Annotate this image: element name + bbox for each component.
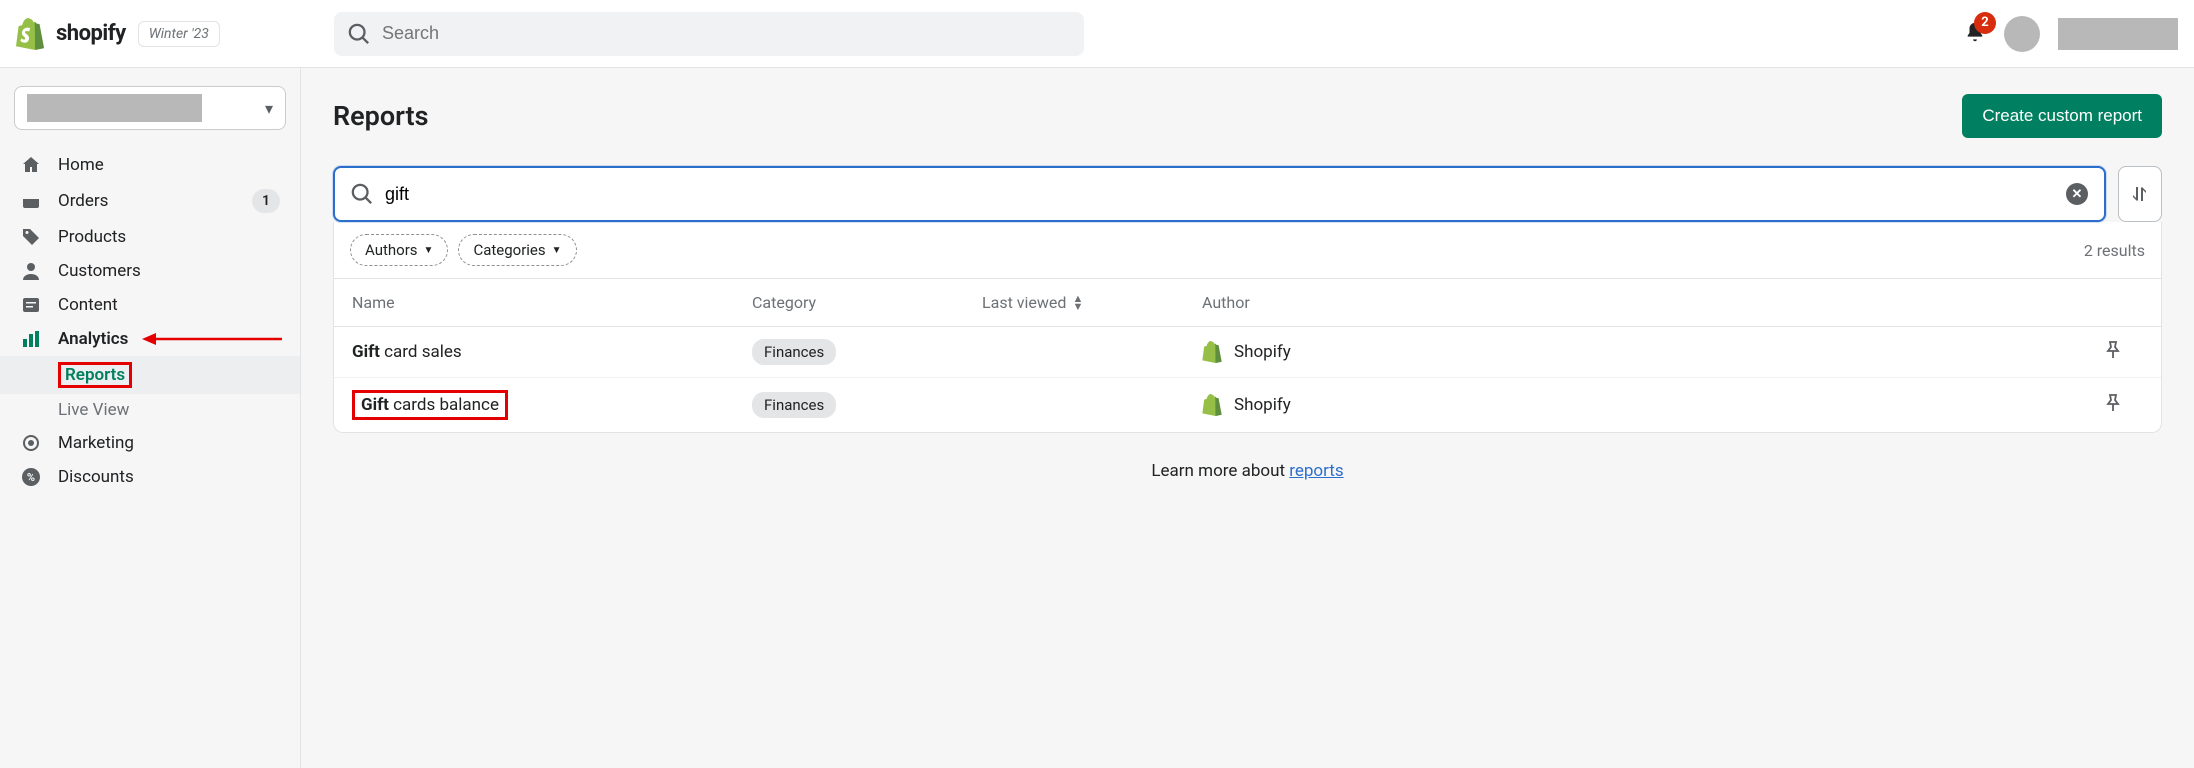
discount-icon: % xyxy=(20,467,42,487)
clear-search-button[interactable]: ✕ xyxy=(2066,183,2088,205)
table-row[interactable]: Gift cards balance Finances Shopify xyxy=(334,378,2161,432)
col-name[interactable]: Name xyxy=(352,293,752,312)
sidebar: ▾ Home Orders 1 Products Customers xyxy=(0,68,301,768)
avatar[interactable] xyxy=(2004,16,2040,52)
main-content: Reports Create custom report ✕ Authors ▼ … xyxy=(301,68,2194,768)
sidebar-item-discounts[interactable]: % Discounts xyxy=(0,460,300,494)
notification-count-badge: 2 xyxy=(1974,12,1996,34)
search-icon xyxy=(351,183,373,205)
sort-icon xyxy=(2130,184,2150,204)
nav-label: Content xyxy=(58,295,118,315)
col-author[interactable]: Author xyxy=(1202,293,2103,312)
create-custom-report-button[interactable]: Create custom report xyxy=(1962,94,2162,138)
author-cell: Shopify xyxy=(1202,341,2103,363)
sidebar-item-products[interactable]: Products xyxy=(0,220,300,254)
sub-label: Reports xyxy=(65,365,125,385)
pin-cell[interactable] xyxy=(2103,393,2143,418)
search-icon xyxy=(348,23,370,45)
content-icon xyxy=(20,295,42,315)
chevron-down-icon: ▼ xyxy=(552,245,562,256)
table-row[interactable]: Gift card salesFinances Shopify xyxy=(334,327,2161,378)
authors-filter-chip[interactable]: Authors ▼ xyxy=(350,234,448,266)
shopify-icon xyxy=(1202,394,1222,416)
pin-icon[interactable] xyxy=(2103,393,2123,413)
sidebar-item-customers[interactable]: Customers xyxy=(0,254,300,288)
nav-label: Discounts xyxy=(58,467,134,487)
store-selector-value xyxy=(27,94,202,122)
store-name-placeholder[interactable] xyxy=(2058,18,2178,50)
sidebar-subitem-live-view[interactable]: Live View xyxy=(0,394,300,426)
top-bar: shopify Winter '23 2 xyxy=(0,0,2194,68)
reports-card: Authors ▼ Categories ▼ 2 results Name Cate… xyxy=(333,222,2162,433)
person-icon xyxy=(20,261,42,281)
chip-label: Categories xyxy=(473,241,545,259)
chip-label: Authors xyxy=(365,241,418,259)
sidebar-item-orders[interactable]: Orders 1 xyxy=(0,182,300,220)
logo-group: shopify Winter '23 xyxy=(16,18,316,50)
shopify-logo-icon xyxy=(16,18,44,50)
orders-icon xyxy=(20,191,42,211)
reports-search[interactable]: ✕ xyxy=(333,166,2106,222)
home-icon xyxy=(20,155,42,175)
shopify-icon xyxy=(1202,341,1222,363)
marketing-icon xyxy=(20,433,42,453)
notifications-button[interactable]: 2 xyxy=(1964,20,1986,48)
col-category[interactable]: Category xyxy=(752,293,982,312)
annotation-arrow-icon xyxy=(142,331,282,347)
brand-text: shopify xyxy=(56,21,126,46)
sidebar-item-content[interactable]: Content xyxy=(0,288,300,322)
annotation-highlight: Gift cards balance xyxy=(352,390,508,420)
sidebar-item-analytics[interactable]: Analytics xyxy=(0,322,300,356)
annotation-highlight: Reports xyxy=(58,362,132,388)
tag-icon xyxy=(20,227,42,247)
results-count: 2 results xyxy=(2084,241,2145,260)
nav-label: Analytics xyxy=(58,329,128,349)
edition-badge[interactable]: Winter '23 xyxy=(138,21,220,47)
global-search-input[interactable] xyxy=(382,23,1070,44)
sort-arrows-icon: ▲▼ xyxy=(1072,295,1083,311)
category-cell: Finances xyxy=(752,392,982,418)
category-cell: Finances xyxy=(752,339,982,365)
pin-cell[interactable] xyxy=(2103,340,2143,365)
nav-label: Home xyxy=(58,155,104,175)
reports-search-input[interactable] xyxy=(385,184,2054,205)
nav-label: Orders xyxy=(58,191,108,211)
reports-help-link[interactable]: reports xyxy=(1289,461,1343,481)
table-header: Name Category Last viewed▲▼ Author xyxy=(334,279,2161,327)
nav-label: Customers xyxy=(58,261,141,281)
page-title: Reports xyxy=(333,100,428,132)
sort-button[interactable] xyxy=(2118,166,2162,222)
analytics-icon xyxy=(20,329,42,349)
nav-label: Products xyxy=(58,227,126,247)
pin-icon[interactable] xyxy=(2103,340,2123,360)
chevron-down-icon: ▾ xyxy=(265,99,273,118)
sub-label: Live View xyxy=(58,400,129,420)
global-search[interactable] xyxy=(334,12,1084,56)
orders-badge: 1 xyxy=(252,189,280,213)
categories-filter-chip[interactable]: Categories ▼ xyxy=(458,234,576,266)
store-selector[interactable]: ▾ xyxy=(14,86,286,130)
sidebar-item-marketing[interactable]: Marketing xyxy=(0,426,300,460)
report-name-cell: Gift card sales xyxy=(352,342,752,362)
author-cell: Shopify xyxy=(1202,394,2103,416)
svg-text:%: % xyxy=(27,471,35,484)
report-name-cell: Gift cards balance xyxy=(352,390,752,420)
sidebar-subitem-reports[interactable]: Reports xyxy=(0,356,300,394)
filter-row: Authors ▼ Categories ▼ 2 results xyxy=(334,222,2161,279)
sidebar-item-home[interactable]: Home xyxy=(0,148,300,182)
col-last-viewed[interactable]: Last viewed▲▼ xyxy=(982,293,1202,312)
chevron-down-icon: ▼ xyxy=(424,245,434,256)
nav-label: Marketing xyxy=(58,433,134,453)
learn-more-text: Learn more about reports xyxy=(333,461,2162,481)
